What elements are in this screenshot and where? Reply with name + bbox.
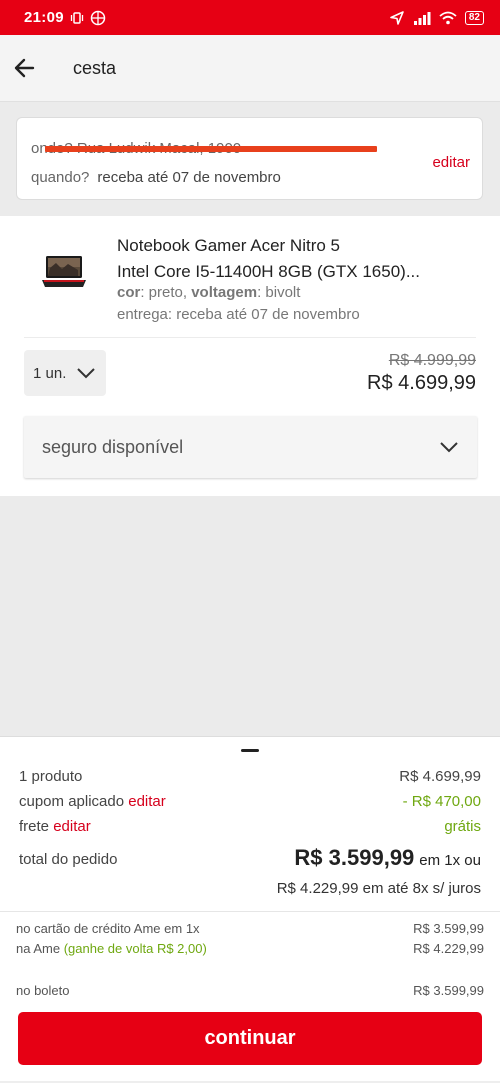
- delivery-date-label: quando?: [31, 169, 90, 186]
- quantity-select[interactable]: 1 un.: [24, 350, 106, 396]
- ame-card-label: no cartão de crédito Ame em 1x: [16, 921, 200, 936]
- continue-button[interactable]: continuar: [18, 1012, 482, 1065]
- product-delivery: entrega: receba até 07 de novembro: [117, 306, 360, 323]
- color-value: : preto,: [140, 284, 192, 301]
- app-icon: [90, 10, 106, 25]
- total-label: total do pedido: [19, 851, 118, 868]
- payment-boleto-row: no boleto R$ 3.599,99: [16, 983, 484, 998]
- delivery-date: quando? receba até 07 de novembro: [31, 169, 281, 186]
- original-price: R$ 4.999,99: [388, 352, 476, 369]
- boleto-label: no boleto: [16, 983, 70, 998]
- total-value: R$ 3.599,99 em 1x ou: [294, 845, 481, 871]
- ame-cashback: (ganhe de volta R$ 2,00): [63, 941, 207, 956]
- shipping-label: frete: [19, 818, 50, 835]
- edit-address-link[interactable]: editar: [432, 154, 470, 171]
- delivery-address-card: onde? Rua Ludwik Macal, 1900 editar quan…: [16, 117, 483, 200]
- status-time: 21:09: [24, 9, 64, 26]
- payment-ame-card-row: no cartão de crédito Ame em 1x R$ 3.599,…: [16, 921, 484, 936]
- voltage-value: : bivolt: [257, 284, 301, 301]
- ame-card-value: R$ 3.599,99: [413, 921, 484, 936]
- products-row: 1 produto R$ 4.699,99: [19, 768, 481, 785]
- cart-item: Notebook Gamer Acer Nitro 5 Intel Core I…: [0, 216, 500, 496]
- product-name-line-1: Notebook Gamer Acer Nitro 5: [117, 236, 340, 255]
- chevron-down-icon: [77, 368, 96, 379]
- app-bar: cesta: [0, 35, 500, 102]
- back-button[interactable]: [0, 35, 54, 102]
- shipping-row: frete editar grátis: [19, 818, 481, 835]
- divider: [0, 911, 500, 912]
- payment-ame-row: na Ame (ganhe de volta R$ 2,00) R$ 4.229…: [16, 941, 484, 956]
- shipping-value: grátis: [444, 818, 481, 835]
- address-redaction-mark: [45, 146, 377, 152]
- chevron-down-icon: [440, 442, 458, 453]
- product-attributes: cor: preto, voltagem: bivolt: [117, 284, 300, 301]
- total-amount: R$ 3.599,99: [294, 845, 415, 870]
- boleto-value: R$ 3.599,99: [413, 983, 484, 998]
- product-image: [42, 256, 86, 287]
- location-icon: [390, 10, 404, 25]
- coupon-row: cupom aplicado editar - R$ 470,00: [19, 793, 481, 810]
- vibrate-icon: [70, 11, 84, 24]
- ame-label: na Ame: [16, 941, 61, 956]
- quantity-value: 1 un.: [33, 364, 67, 382]
- signal-icon: [413, 11, 431, 25]
- divider: [24, 337, 476, 338]
- products-label: 1 produto: [19, 768, 83, 785]
- product-name-line-2: Intel Core I5-11400H 8GB (GTX 1650)...: [117, 262, 420, 281]
- total-suffix: em 1x ou: [419, 852, 481, 869]
- coupon-value: - R$ 470,00: [402, 793, 481, 810]
- edit-coupon-link[interactable]: editar: [128, 793, 166, 810]
- sheet-handle[interactable]: [241, 749, 259, 752]
- ame-value: R$ 4.229,99: [413, 941, 484, 956]
- product-name[interactable]: Notebook Gamer Acer Nitro 5 Intel Core I…: [117, 233, 467, 285]
- arrow-left-icon: [14, 58, 35, 78]
- page-title: cesta: [73, 57, 117, 78]
- insurance-dropdown[interactable]: seguro disponível: [24, 416, 477, 478]
- products-value: R$ 4.699,99: [399, 768, 481, 785]
- voltage-label: voltagem: [191, 284, 258, 301]
- status-bar: 21:09 82: [0, 0, 500, 35]
- coupon-label: cupom aplicado: [19, 793, 125, 810]
- battery-icon: 82: [464, 10, 484, 25]
- insurance-label: seguro disponível: [42, 436, 184, 457]
- installments-text: R$ 4.229,99 em até 8x s/ juros: [276, 880, 481, 897]
- edit-shipping-link[interactable]: editar: [53, 818, 91, 835]
- color-label: cor: [117, 284, 141, 301]
- order-summary: 1 produto R$ 4.699,99 cupom aplicado edi…: [0, 736, 500, 1083]
- current-price: R$ 4.699,99: [367, 372, 476, 394]
- delivery-date-value: receba até 07 de novembro: [97, 169, 281, 186]
- wifi-icon: [439, 11, 457, 24]
